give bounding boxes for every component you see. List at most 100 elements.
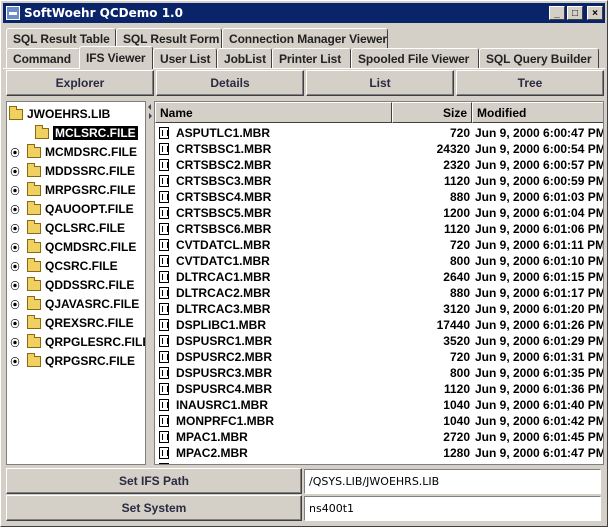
expand-key-icon[interactable]: ⦿ [9,279,21,292]
table-row[interactable]: CRTSBSC1.MBR 24320 Jun 9, 2000 6:00:54 PM [155,141,603,157]
expand-key-icon[interactable]: ⦿ [9,203,21,216]
table-row[interactable]: DSPUSRC3.MBR 800 Jun 9, 2000 6:01:35 PM [155,365,604,381]
tab-joblist[interactable]: JobList [217,48,272,69]
table-row[interactable]: CRTSBSC4.MBR 880 Jun 9, 2000 6:01:03 PM [155,189,603,205]
details-button[interactable]: Details [156,70,304,96]
tree-item[interactable]: ⦿ QAUOOPT.FILE [7,200,134,218]
tree-item[interactable]: ⦿ QREXSRC.FILE [7,314,134,332]
table-row[interactable]: CVTDATCL.MBR 720 Jun 9, 2000 6:01:11 PM [155,237,603,253]
tab-user-list[interactable]: User List [153,48,217,69]
file-icon [159,303,169,315]
close-icon[interactable]: × [587,6,603,20]
file-modified: Jun 9, 2000 6:01:35 PM [475,366,604,380]
expand-key-icon[interactable]: ⦿ [9,241,21,254]
table-row[interactable]: DSPUSRC4.MBR 1120 Jun 9, 2000 6:01:36 PM [155,381,604,397]
file-modified: Jun 9, 2000 6:01:47 PM [475,446,604,460]
file-icon [159,415,169,427]
table-row[interactable]: MONPRFC1.MBR 1040 Jun 9, 2000 6:01:42 PM [155,413,603,429]
expand-key-icon[interactable]: ⦿ [9,146,21,159]
tree-item[interactable]: ⦿ QRPGLESRC.FILE [7,333,145,351]
list-button[interactable]: List [306,70,454,96]
tree-item[interactable]: ⦿ MCMDSRC.FILE [7,143,137,161]
maximize-icon[interactable]: □ [567,6,583,20]
table-row[interactable]: CRTSBSC5.MBR 1200 Jun 9, 2000 6:01:04 PM [155,205,603,221]
table-row[interactable]: CRTSBSC2.MBR 2320 Jun 9, 2000 6:00:57 PM [155,157,603,173]
tree-item[interactable]: MCLSRC.FILE [7,124,138,142]
table-row[interactable]: DSPUSRC2.MBR 720 Jun 9, 2000 6:01:31 PM [155,349,603,365]
expand-key-icon[interactable]: ⦿ [9,336,21,349]
table-row[interactable]: DLTRCAC3.MBR 3120 Jun 9, 2000 6:01:20 PM [155,301,603,317]
file-icon [159,159,169,171]
tree-item[interactable]: ⦿ MRPGSRC.FILE [7,181,136,199]
tree-item-label: QCMDSRC.FILE [45,240,137,254]
file-name: CRTSBSC6.MBR [176,222,272,236]
table-row[interactable]: DSPUSRC1.MBR 3520 Jun 9, 2000 6:01:29 PM [155,333,604,349]
table-row[interactable]: CRTSBSC3.MBR 1120 Jun 9, 2000 6:00:59 PM [155,173,604,189]
table-row[interactable]: MPAC1.MBR 2720 Jun 9, 2000 6:01:45 PM [155,429,604,445]
table-row[interactable]: ASPUTLC1.MBR 720 Jun 9, 2000 6:00:47 PM [155,125,603,141]
file-size: 1040 [443,398,470,412]
file-name: DLTRCAC2.MBR [176,286,271,300]
file-name: CRTSBSC1.MBR [176,142,272,156]
tree-item[interactable]: ⦿ QCLSRC.FILE [7,219,125,237]
table-row[interactable]: MPAEXTC1.MBR 5440 Jun 9, 2000 6:01:49 PM [155,461,603,464]
column-header-size[interactable]: Size [392,102,472,123]
tab-connection-manager-viewer[interactable]: Connection Manager Viewer [222,28,388,49]
expand-key-icon[interactable]: ⦿ [9,317,21,330]
expand-key-icon[interactable]: ⦿ [9,298,21,311]
file-modified: Jun 9, 2000 6:00:59 PM [475,174,604,188]
table-row[interactable]: DLTRCAC1.MBR 2640 Jun 9, 2000 6:01:15 PM [155,269,604,285]
tab-ifs-viewer[interactable]: IFS Viewer [79,46,153,69]
folder-icon [27,257,41,272]
splitter[interactable] [146,101,154,465]
collapse-left-icon[interactable] [145,104,151,110]
file-modified: Jun 9, 2000 6:01:06 PM [475,222,604,236]
file-modified: Jun 9, 2000 6:01:15 PM [475,270,604,284]
expand-key-icon[interactable]: ⦿ [9,184,21,197]
table-row[interactable]: CVTDATC1.MBR 800 Jun 9, 2000 6:01:10 PM [155,253,603,269]
tree-item[interactable]: ⦿ QCMDSRC.FILE [7,238,136,256]
title-bar[interactable]: SoftWoehr QCDemo 1.0 _ □ × [3,3,605,23]
file-list[interactable]: Name Size Modified ASPUTLC1.MBR 720 Jun 9,… [154,101,604,465]
system-field[interactable]: ns400t1 [304,496,601,521]
table-row[interactable]: DSPLIBC1.MBR 17440 Jun 9, 2000 6:01:26 PM [155,317,603,333]
tree-item[interactable]: ⦿ QJAVASRC.FILE [7,295,139,313]
minimize-icon[interactable]: _ [549,6,565,20]
tab-sql-query-builder[interactable]: SQL Query Builder [479,48,599,69]
tree-root[interactable]: JWOEHRS.LIB [9,105,110,123]
expand-key-icon[interactable]: ⦿ [9,355,21,368]
table-row[interactable]: INAUSRC1.MBR 1040 Jun 9, 2000 6:01:40 PM [155,397,604,413]
tab-command[interactable]: Command [6,48,80,69]
tree-item-label: QCLSRC.FILE [45,221,125,235]
table-row[interactable]: MPAC2.MBR 1280 Jun 9, 2000 6:01:47 PM [155,445,604,461]
column-header-name[interactable]: Name [155,102,392,123]
column-header-modified[interactable]: Modified [472,102,603,123]
file-size: 1040 [443,414,470,428]
folder-tree[interactable]: JWOEHRS.LIB MCLSRC.FILE ⦿ MCMDSRC.FILE ⦿ MDD… [6,101,146,465]
file-name: DSPUSRC2.MBR [176,350,273,364]
tab-printer-list[interactable]: Printer List [272,48,351,69]
explorer-button[interactable]: Explorer [6,70,154,96]
tree-item[interactable]: ⦿ QDDSSRC.FILE [7,276,134,294]
expand-key-icon[interactable]: ⦿ [9,260,21,273]
tree-item[interactable]: ⦿ QCSRC.FILE [7,257,118,275]
expand-key-icon[interactable]: ⦿ [9,165,21,178]
set-system-button[interactable]: Set System [6,495,302,521]
file-modified: Jun 9, 2000 6:01:29 PM [475,334,604,348]
tree-item[interactable]: ⦿ MDDSSRC.FILE [7,162,135,180]
tab-spooled-file-viewer[interactable]: Spooled File Viewer [351,48,479,69]
file-size: 800 [449,366,470,380]
set-ifs-path-button[interactable]: Set IFS Path [6,468,302,494]
table-row[interactable]: DLTRCAC2.MBR 880 Jun 9, 2000 6:01:17 PM [155,285,603,301]
table-row[interactable]: CRTSBSC6.MBR 1120 Jun 9, 2000 6:01:06 PM [155,221,604,237]
ifs-path-field[interactable]: /QSYS.LIB/JWOEHRS.LIB [304,469,601,494]
tree-button[interactable]: Tree [456,70,604,96]
tree-item[interactable]: ⦿ QRPGSRC.FILE [7,352,135,370]
folder-icon [27,352,41,367]
file-icon [159,255,169,267]
app-icon [6,6,20,20]
file-modified: Jun 9, 2000 6:01:36 PM [475,382,604,396]
file-modified: Jun 9, 2000 6:01:40 PM [475,398,604,412]
expand-key-icon[interactable]: ⦿ [9,222,21,235]
file-modified: Jun 9, 2000 6:01:45 PM [475,430,604,444]
